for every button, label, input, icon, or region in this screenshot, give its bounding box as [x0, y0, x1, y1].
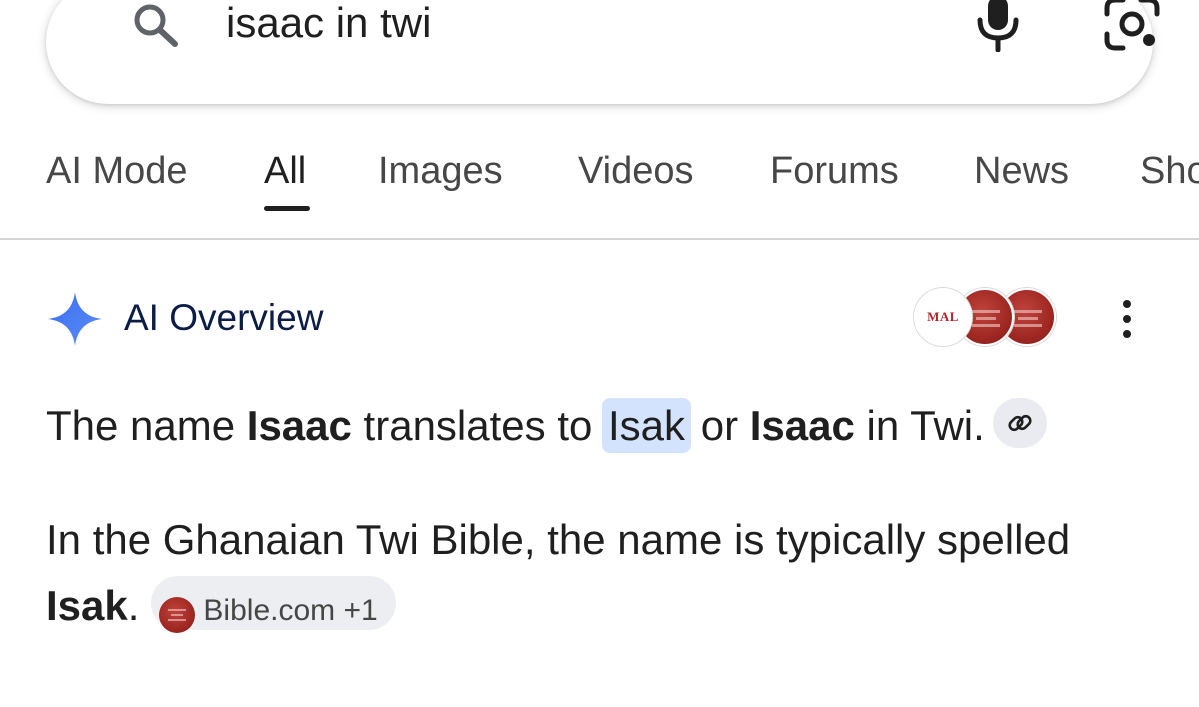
answer-text: The name	[46, 402, 247, 449]
tabs-divider	[0, 238, 1199, 240]
mic-icon[interactable]	[974, 0, 1022, 52]
source-chip[interactable]: Bible.com +1	[151, 575, 396, 634]
search-tabs: AI Mode All Images Videos Forums News Sh…	[0, 140, 1199, 240]
answer-text: in Twi.	[854, 402, 985, 449]
ai-answer-paragraph-2: In the Ghanaian Twi Bible, the name is t…	[46, 516, 1071, 563]
tab-all[interactable]: All	[264, 148, 306, 194]
ai-overview-title: AI Overview	[124, 297, 324, 338]
ai-answer-paragraph-1: The name Isaac translates to Isak or Isa…	[46, 394, 1047, 458]
search-icon[interactable]	[130, 2, 184, 50]
source-avatars[interactable]: MAL	[912, 288, 1062, 350]
mal-source-avatar[interactable]: MAL	[914, 288, 972, 346]
tab-shopping[interactable]: Sho	[1140, 148, 1199, 194]
ai-answer-paragraph-2-continued: Isak. Bible.com +1	[46, 574, 396, 638]
answer-bold-term: Isaac	[749, 402, 855, 449]
tab-news[interactable]: News	[974, 148, 1069, 194]
source-chip-label: Bible.com +1	[203, 593, 378, 627]
search-input[interactable]: isaac in twi	[226, 0, 431, 48]
link-chip[interactable]	[992, 397, 1047, 448]
tab-ai-mode[interactable]: AI Mode	[46, 148, 188, 194]
answer-text: translates to	[351, 402, 605, 449]
google-lens-icon[interactable]	[1103, 0, 1161, 52]
search-results-page: isaac in twi AI Mode All Images Videos F…	[0, 0, 1199, 707]
answer-bold-term: Isaac	[246, 402, 352, 449]
link-icon	[1008, 414, 1032, 431]
ai-sparkle-icon	[48, 292, 102, 346]
more-vert-icon[interactable]	[1112, 296, 1142, 342]
answer-text: .	[127, 582, 140, 629]
search-bar[interactable]: isaac in twi	[46, 0, 1160, 104]
active-tab-indicator	[264, 206, 310, 211]
tab-images[interactable]: Images	[378, 148, 503, 194]
answer-text: or	[689, 402, 750, 449]
answer-bold-term: Isak	[46, 582, 128, 629]
highlighted-term[interactable]: Isak	[602, 398, 692, 453]
tab-videos[interactable]: Videos	[578, 148, 694, 194]
tab-forums[interactable]: Forums	[770, 148, 899, 194]
bible-source-avatar	[159, 597, 196, 634]
